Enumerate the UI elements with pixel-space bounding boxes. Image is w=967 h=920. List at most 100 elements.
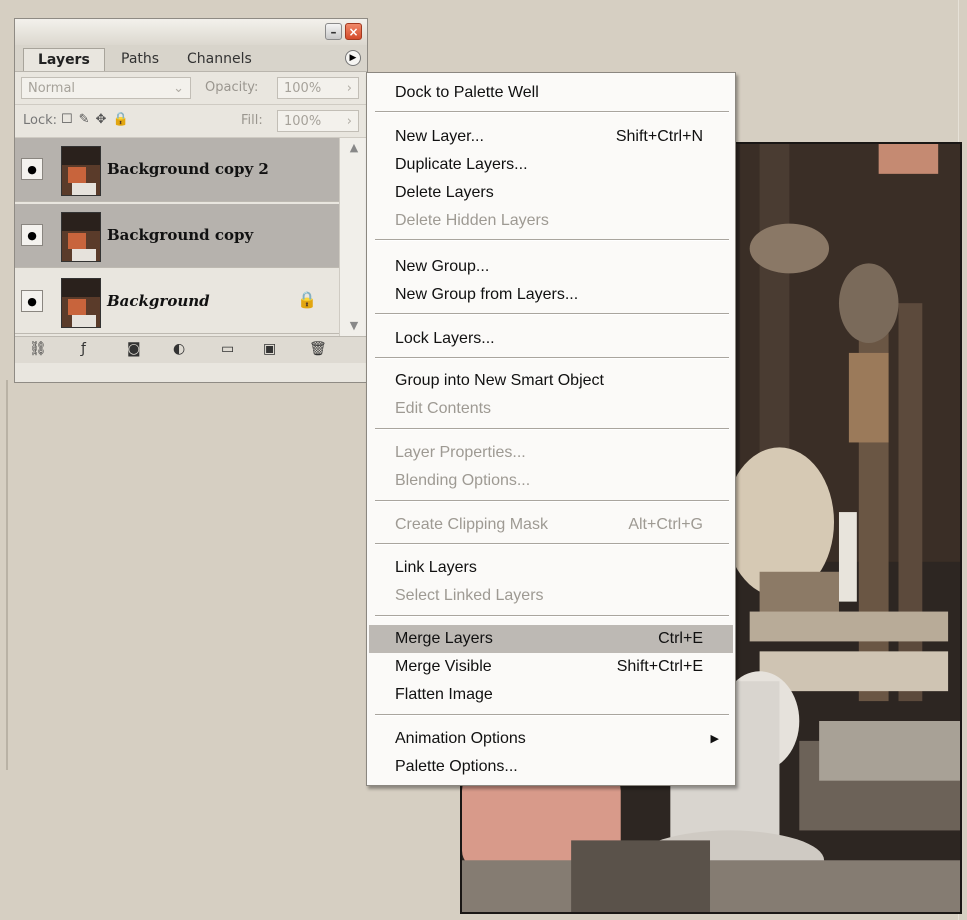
palette-menu-icon[interactable]: ▶ [345, 50, 361, 66]
menu-item-layer-properties: Layer Properties... [369, 439, 733, 467]
menu-item-create-clipping-mask: Create Clipping Mask Alt+Ctrl+G [369, 511, 733, 539]
menu-item-palette-options[interactable]: Palette Options... [369, 753, 733, 781]
close-icon[interactable]: × [345, 23, 362, 40]
layers-palette: – × Layers Paths Channels ▶ Normal ⌄ Opa… [14, 18, 368, 383]
minimize-icon[interactable]: – [325, 23, 342, 40]
layer-style-icon[interactable]: ƒ [81, 341, 86, 357]
scroll-up-icon[interactable]: ▲ [345, 140, 363, 156]
layer-name: Background copy [107, 226, 254, 244]
menu-item-new-group[interactable]: New Group... [369, 253, 733, 281]
menu-separator [375, 239, 729, 241]
menu-item-shortcut: Alt+Ctrl+G [628, 516, 703, 533]
lock-row: Lock: ☐✎✥🔒 Fill: 100% › [15, 105, 367, 138]
opacity-arrow-icon[interactable]: › [347, 78, 352, 100]
menu-item-label: Dock to Palette Well [395, 84, 539, 101]
layer-thumbnail [61, 278, 101, 328]
tab-channels[interactable]: Channels [173, 48, 266, 71]
palette-tabs: Layers Paths Channels ▶ [15, 45, 367, 72]
menu-item-label: New Group from Layers... [395, 286, 579, 303]
menu-separator [375, 714, 729, 716]
new-group-icon[interactable]: ▭ [221, 341, 234, 357]
trash-icon[interactable]: 🗑 [309, 341, 327, 357]
menu-item-dock-to-palette-well[interactable]: Dock to Palette Well [369, 79, 733, 107]
layer-name: Background copy 2 [107, 160, 269, 178]
tab-paths[interactable]: Paths [107, 48, 173, 71]
fill-field[interactable]: 100% › [277, 110, 359, 132]
chevron-down-icon: ⌄ [173, 81, 184, 96]
menu-item-label: Animation Options [395, 730, 526, 747]
menu-item-group-into-smart-object[interactable]: Group into New Smart Object [369, 367, 733, 395]
lock-options-icons[interactable]: ☐✎✥🔒 [61, 112, 135, 127]
menu-item-label: Select Linked Layers [395, 587, 544, 604]
menu-item-link-layers[interactable]: Link Layers [369, 554, 733, 582]
menu-item-delete-layers[interactable]: Delete Layers [369, 179, 733, 207]
eye-icon[interactable]: ● [21, 158, 43, 180]
menu-item-label: Merge Visible [395, 658, 492, 675]
layer-thumbnail [61, 146, 101, 196]
palette-flyout-menu: Dock to Palette Well New Layer... Shift+C… [366, 72, 736, 786]
menu-item-lock-layers[interactable]: Lock Layers... [369, 325, 733, 353]
layers-list: ● Background copy 2 ● Background copy ● … [15, 138, 367, 337]
lock-label: Lock: [23, 113, 58, 128]
palette-footer: ⛓ ƒ ◙ ◐ ▭ ▣ 🗑 [15, 337, 367, 363]
blend-row: Normal ⌄ Opacity: 100% › [15, 72, 367, 105]
menu-separator [375, 500, 729, 502]
menu-item-label: Link Layers [395, 559, 477, 576]
menu-item-label: Edit Contents [395, 400, 492, 417]
layers-scrollbar[interactable]: ▲ ▼ [339, 138, 367, 336]
opacity-field[interactable]: 100% › [277, 77, 359, 99]
layer-name: Background [107, 292, 210, 310]
menu-item-label: New Layer... [395, 128, 484, 145]
menu-item-select-linked-layers: Select Linked Layers [369, 582, 733, 610]
opacity-label: Opacity: [205, 80, 259, 95]
layer-row[interactable]: ● Background copy [15, 204, 339, 268]
link-icon[interactable]: ⛓ [29, 341, 47, 357]
submenu-arrow-icon: ▶ [710, 733, 719, 745]
menu-separator [375, 428, 729, 430]
menu-item-label: Palette Options... [395, 758, 518, 775]
menu-item-label: Flatten Image [395, 686, 493, 703]
menu-item-edit-contents: Edit Contents [369, 395, 733, 423]
menu-item-duplicate-layers[interactable]: Duplicate Layers... [369, 151, 733, 179]
scroll-down-icon[interactable]: ▼ [345, 318, 363, 334]
tab-layers[interactable]: Layers [23, 48, 105, 71]
menu-item-shortcut: Shift+Ctrl+E [616, 658, 703, 675]
menu-item-flatten-image[interactable]: Flatten Image [369, 681, 733, 709]
menu-item-label: Group into New Smart Object [395, 372, 604, 389]
menu-item-new-layer[interactable]: New Layer... Shift+Ctrl+N [369, 123, 733, 151]
menu-item-shortcut: Ctrl+E [658, 630, 703, 647]
menu-item-new-group-from-layers[interactable]: New Group from Layers... [369, 281, 733, 309]
opacity-value: 100% [284, 81, 322, 96]
eye-icon[interactable]: ● [21, 290, 43, 312]
menu-separator [375, 615, 729, 617]
menu-item-label: Delete Hidden Layers [395, 212, 549, 229]
menu-separator [375, 111, 729, 113]
menu-item-shortcut: Shift+Ctrl+N [615, 128, 703, 145]
adjustment-layer-icon[interactable]: ◐ [173, 341, 185, 357]
blend-mode-select[interactable]: Normal ⌄ [21, 77, 191, 99]
mask-icon[interactable]: ◙ [127, 341, 141, 357]
menu-item-label: Blending Options... [395, 472, 531, 489]
eye-icon[interactable]: ● [21, 224, 43, 246]
menu-item-merge-layers[interactable]: Merge Layers Ctrl+E [369, 625, 733, 653]
blend-mode-value: Normal [28, 81, 76, 96]
lock-icon: 🔒 [297, 290, 317, 309]
fill-label: Fill: [241, 113, 263, 128]
menu-item-label: Layer Properties... [395, 444, 526, 461]
menu-item-blending-options: Blending Options... [369, 467, 733, 495]
menu-item-animation-options[interactable]: Animation Options ▶ [369, 725, 733, 753]
canvas-edge [6, 380, 8, 770]
menu-item-delete-hidden-layers: Delete Hidden Layers [369, 207, 733, 235]
menu-item-label: Delete Layers [395, 184, 494, 201]
menu-item-merge-visible[interactable]: Merge Visible Shift+Ctrl+E [369, 653, 733, 681]
new-layer-icon[interactable]: ▣ [263, 341, 276, 357]
layer-row[interactable]: ● Background copy 2 [15, 138, 339, 202]
menu-separator [375, 313, 729, 315]
layer-row[interactable]: ● Background 🔒 [15, 270, 339, 334]
palette-titlebar[interactable]: – × [15, 19, 367, 45]
menu-item-label: Lock Layers... [395, 330, 495, 347]
fill-arrow-icon[interactable]: › [347, 111, 352, 133]
layer-thumbnail [61, 212, 101, 262]
menu-separator [375, 543, 729, 545]
menu-item-label: Merge Layers [395, 630, 493, 647]
